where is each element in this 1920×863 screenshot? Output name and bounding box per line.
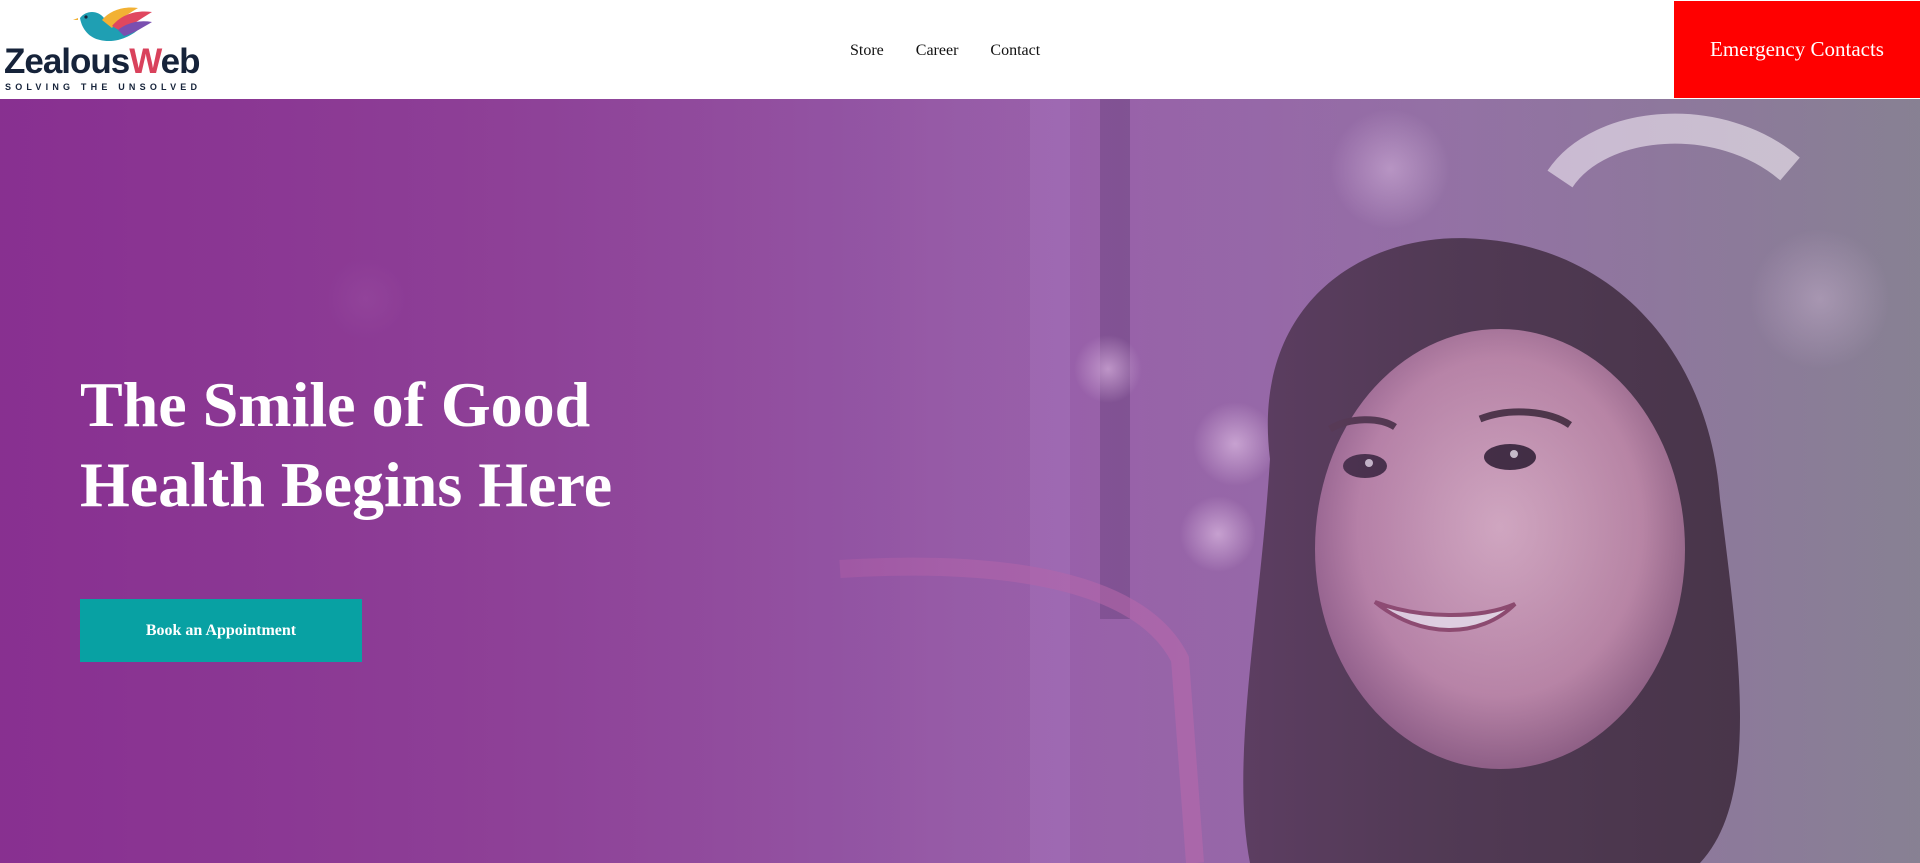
hero-title-line1: The Smile of Good <box>80 369 591 440</box>
logo-wordmark-zealous: Zealous <box>4 42 130 81</box>
site-logo[interactable]: ZealousWeb SOLVING THE UNSOLVED <box>4 4 216 92</box>
site-header: ZealousWeb SOLVING THE UNSOLVED Store Ca… <box>0 0 1920 98</box>
logo-tagline: SOLVING THE UNSOLVED <box>5 82 202 92</box>
hero-title-line2: Health Begins Here <box>80 449 613 520</box>
nav-item-store[interactable]: Store <box>850 43 884 59</box>
hero-section: The Smile of Good Health Begins Here Boo… <box>0 99 1920 863</box>
logo-wordmark: ZealousWeb <box>4 42 201 81</box>
hero-title: The Smile of Good Health Begins Here <box>80 365 720 525</box>
nav-item-career[interactable]: Career <box>916 43 959 59</box>
logo-wordmark-web: Web <box>129 42 200 81</box>
main-nav: Store Career Contact <box>850 41 1040 61</box>
nav-item-contact[interactable]: Contact <box>990 43 1040 59</box>
book-appointment-button[interactable]: Book an Appointment <box>80 599 362 662</box>
emergency-contacts-button[interactable]: Emergency Contacts <box>1674 1 1920 98</box>
